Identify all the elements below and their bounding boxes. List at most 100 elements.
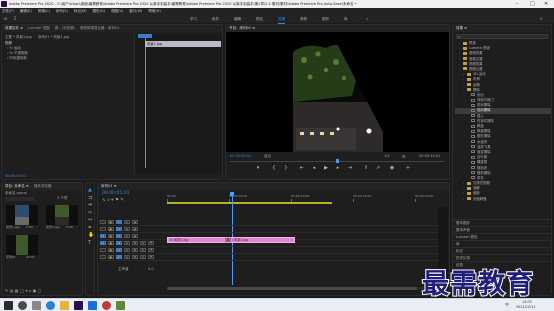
menu-item-7[interactable]: 窗口(W) [129,9,142,13]
pen-icon[interactable]: ✒ [88,225,94,233]
lock-icon[interactable]: 🔒 [108,220,114,224]
effects-tree-row[interactable]: › 页面剥落 [455,197,551,202]
slip-icon[interactable]: ↔ [88,217,94,225]
app2-icon[interactable] [102,301,111,310]
item-name-2[interactable]: 风景2.jpg [46,225,60,230]
source-patch-empty[interactable] [100,227,106,231]
timeline-scrollbar[interactable] [167,287,447,290]
track-target[interactable]: V2 [116,227,122,231]
workspace-tab-3[interactable]: 颜色 [256,15,263,23]
workspace-tab-6[interactable]: 图形 [322,15,329,23]
edge-icon[interactable] [46,301,55,310]
panel-section[interactable]: Lumetri 颜色 [453,233,551,240]
source-patch-empty[interactable] [100,220,106,224]
source-tab-1[interactable]: Lumetri 范围 [28,26,50,30]
mute-icon[interactable]: M [132,241,138,245]
source-patch[interactable]: V1 [100,234,106,238]
sync-icon[interactable]: ⇆ [124,220,130,224]
file-explorer-icon[interactable] [60,301,69,310]
thumb-2[interactable] [46,205,78,225]
search-icon[interactable] [18,301,27,310]
wrench-icon[interactable]: ⚙ [402,154,406,159]
mute-icon[interactable]: M [132,255,138,259]
track-target[interactable]: V1 [116,234,122,238]
sync-icon[interactable]: ⇆ [124,255,130,259]
panel-section[interactable]: 基本图形 [453,219,551,226]
lock-icon[interactable]: 🔒 [108,248,114,252]
thumb-1[interactable] [6,205,38,225]
start-icon[interactable] [4,301,13,310]
maximize-icon[interactable]: □ [530,0,535,8]
hand-icon[interactable]: ✋ [88,232,94,240]
app-icon[interactable] [88,301,97,310]
eye-icon[interactable]: ◉ [132,220,138,224]
timeline-timecode[interactable]: 00:00:05:01 [102,191,129,196]
effect-controls-timecode[interactable]: 00:00:05:01 [5,174,26,179]
source-patch[interactable]: A1 [100,241,106,245]
master-clip-label[interactable]: 主要 * 风景1.jpg [5,35,32,40]
lock-icon[interactable]: 🔒 [108,255,114,259]
track-target[interactable]: V3 [116,220,122,224]
import-icon[interactable]: ⇩ [13,15,17,23]
mic-icon[interactable]: 🎤 [148,255,154,259]
extract-icon[interactable]: ⇗ [374,165,382,171]
ime-indicator[interactable]: 中 [505,302,509,308]
export-frame-icon[interactable]: ◉ [388,165,396,171]
step-forward-icon[interactable]: ▸ [334,165,342,171]
effects-search-input[interactable]: ⌕ [456,34,548,39]
solo-icon[interactable]: S [140,255,146,259]
solo-icon[interactable]: S [140,241,146,245]
source-tab-2[interactable]: 源：(无剪辑) [55,26,75,30]
wipe-transition[interactable]: 风 [224,237,232,243]
clip-landscape-2[interactable]: fx 风景2.jpg [227,237,295,243]
item-name-3[interactable]: 序列01 [6,255,16,260]
workspace-tab-4[interactable]: 效果 [278,15,285,24]
mic-icon[interactable]: 🎤 [148,248,154,252]
sync-icon[interactable]: ⇆ [124,234,130,238]
search-icon[interactable]: ⌕ [540,15,543,23]
lock-icon[interactable]: 🔒 [108,234,114,238]
source-tab-3[interactable]: 音频剪辑混合器：序列01 [80,26,119,30]
timeline-tool-icons[interactable]: ⇘ ⌕ ▾ ⚑ ✎ [102,198,124,203]
source-tab-0[interactable]: 效果控件 ≡ [5,26,23,30]
premiere-taskbar-icon[interactable] [74,301,83,310]
menu-item-3[interactable]: 序列(S) [56,9,68,13]
clock-time[interactable]: 14:05 [522,300,532,304]
effect-controls-timeline[interactable]: 风景1.jpg [134,34,222,174]
sync-icon[interactable]: ⇆ [124,248,130,252]
track-select-icon[interactable]: ⇉ [88,195,94,203]
panel-section[interactable]: 历史记录 [453,254,551,261]
mic-icon[interactable]: 🎤 [148,241,154,245]
eye-icon[interactable]: ◉ [132,234,138,238]
clip-landscape-1[interactable]: fx 风景1.jpg [167,237,227,243]
solo-icon[interactable]: S [140,248,146,252]
project-footer-icons[interactable]: ✎ ▤ ▦ ◯ ▾ ⌂ ▣ ▢ [5,288,41,293]
close-icon[interactable]: ✕ [544,0,548,8]
sync-icon[interactable]: ⇆ [124,241,130,245]
project-search-input[interactable] [5,197,35,201]
workspace-tab-8[interactable]: » [366,15,368,23]
minimize-icon[interactable]: – [516,0,519,8]
add-button-icon[interactable]: + [404,165,412,171]
item-name-1[interactable]: 风景1.jpg [6,225,20,230]
panel-section[interactable]: 基本声音 [453,226,551,233]
go-to-in-icon[interactable]: ⇤ [298,165,306,171]
menu-item-2[interactable]: 剪辑(C) [38,9,50,13]
razor-icon[interactable]: ✂ [88,210,94,218]
lift-icon[interactable]: ⇑ [362,165,370,171]
panel-section[interactable]: 标记 [453,247,551,254]
play-icon[interactable]: ▶ [322,165,330,171]
timeline-title[interactable]: 序列01 ≡ [101,184,117,188]
program-title[interactable]: 节目：序列01 ≡ [229,26,255,30]
master-volume[interactable]: 0.0 [148,267,154,272]
track-target[interactable]: A3 [116,255,122,259]
ripple-edit-icon[interactable]: ⇹ [88,202,94,210]
track-target[interactable]: A2 [116,248,122,252]
go-to-out-icon[interactable]: ⇥ [346,165,354,171]
menu-item-0[interactable]: 文件(F) [2,9,14,13]
workspace-tab-1[interactable]: 组件 [212,15,219,23]
marker-icon[interactable]: ▾ [254,165,262,171]
menu-item-8[interactable]: 帮助(H) [148,9,160,13]
ec-clip-bar[interactable]: 风景1.jpg [145,41,221,47]
step-back-icon[interactable]: ◂ [310,165,318,171]
